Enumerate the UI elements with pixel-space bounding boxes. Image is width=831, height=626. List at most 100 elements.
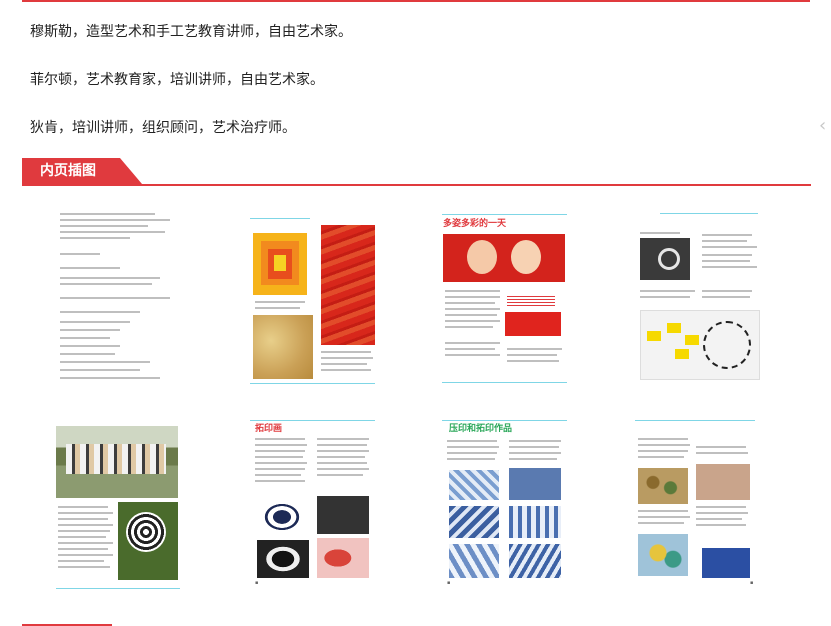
text-line <box>255 301 305 303</box>
text-line <box>445 354 500 356</box>
text-line <box>255 468 305 470</box>
text-line <box>445 326 493 328</box>
text-line <box>60 353 115 355</box>
text-line <box>58 554 113 556</box>
page-rule <box>442 420 567 421</box>
text-line <box>58 512 113 514</box>
illustration-thumbnail-2[interactable] <box>245 215 385 395</box>
stamp-photo-1 <box>449 470 499 500</box>
text-line <box>640 290 695 292</box>
text-line <box>58 566 110 568</box>
red-info-box <box>505 312 561 336</box>
illustration-thumbnail-6[interactable]: 拓印画 ▪ <box>245 416 385 596</box>
text-line <box>60 231 165 233</box>
text-line <box>58 536 106 538</box>
text-line <box>60 267 120 269</box>
text-line <box>696 518 742 520</box>
blot-print-1 <box>257 498 307 536</box>
children-photo <box>443 234 565 282</box>
text-line <box>60 345 120 347</box>
text-line <box>317 450 369 452</box>
illustration-thumbnail-8[interactable]: ▪ <box>630 416 770 596</box>
blue-info-box <box>702 548 750 578</box>
text-line <box>60 337 110 339</box>
text-line <box>507 360 559 362</box>
text-line <box>696 512 748 514</box>
text-line <box>702 234 752 236</box>
color-square-artwork <box>253 233 307 295</box>
text-line <box>317 474 363 476</box>
text-line <box>702 296 750 298</box>
author-line-3: 狄肯，培训讲师，组织顾问，艺术治疗师。 <box>30 120 296 136</box>
group-outdoor-photo <box>56 426 178 498</box>
blot-print-2 <box>317 496 369 534</box>
page-rule <box>660 213 758 214</box>
illustration-thumbnail-5[interactable] <box>52 420 192 600</box>
text-line <box>60 329 120 331</box>
text-line <box>321 363 367 365</box>
red-abstract-artwork <box>321 225 375 345</box>
text-line <box>317 456 365 458</box>
illustration-thumbnail-1[interactable] <box>52 205 192 385</box>
red-callout-text <box>507 294 555 308</box>
illustration-thumbnail-4[interactable] <box>630 210 770 390</box>
page-rule <box>56 588 180 589</box>
page-heading: 压印和拓印作品 <box>449 424 513 434</box>
text-line <box>255 438 305 440</box>
text-line <box>445 290 500 292</box>
text-line <box>445 320 500 322</box>
text-line <box>638 438 688 440</box>
section-divider <box>22 184 811 186</box>
chevron-left-icon[interactable]: ‹ <box>819 116 831 136</box>
text-line <box>447 452 497 454</box>
text-line <box>60 237 130 239</box>
author-line-1: 穆斯勒，造型艺术和手工艺教育讲师，自由艺术家。 <box>30 24 352 40</box>
text-line <box>696 452 748 454</box>
text-line <box>447 440 497 442</box>
text-line <box>509 458 557 460</box>
page-rule <box>250 420 375 421</box>
text-line <box>255 474 301 476</box>
text-line <box>317 462 367 464</box>
text-line <box>60 277 160 279</box>
section-header: 内页插图 <box>22 158 811 186</box>
text-line <box>60 219 170 221</box>
text-line <box>60 213 155 215</box>
text-line <box>640 296 690 298</box>
text-line <box>445 296 500 298</box>
page-rule <box>635 420 755 421</box>
text-line <box>696 506 746 508</box>
illustration-thumbnail-7[interactable]: 压印和拓印作品 ▪ <box>437 416 577 596</box>
text-line <box>317 468 369 470</box>
text-line <box>58 548 108 550</box>
text-line <box>60 377 160 379</box>
text-line <box>58 524 113 526</box>
text-line <box>702 240 747 242</box>
stamp-photo-4 <box>509 506 561 538</box>
author-line-2: 菲尔顿，艺术教育家，培训讲师，自由艺术家。 <box>30 72 324 88</box>
text-line <box>638 522 684 524</box>
illustration-thumbnail-3[interactable]: 多姿多彩的一天 <box>437 212 577 392</box>
text-line <box>255 444 307 446</box>
text-line <box>60 361 150 363</box>
text-line <box>60 283 152 285</box>
text-line <box>509 452 561 454</box>
page-rule <box>442 382 567 383</box>
text-line <box>60 321 130 323</box>
text-line <box>321 351 371 353</box>
text-line <box>445 302 495 304</box>
stamp-photo-6 <box>509 544 561 578</box>
text-line <box>255 450 305 452</box>
text-line <box>58 542 113 544</box>
spiral-sculpture-photo <box>118 502 178 580</box>
text-line <box>60 225 148 227</box>
texture-artwork <box>253 315 313 379</box>
text-line <box>60 297 170 299</box>
sticky-notes-photo <box>640 310 760 380</box>
text-line <box>255 480 305 482</box>
text-line <box>638 450 688 452</box>
blot-print-4 <box>317 538 369 578</box>
top-divider <box>22 0 810 2</box>
stamp-photo-5 <box>449 544 499 578</box>
page-heading: 拓印画 <box>255 424 283 434</box>
